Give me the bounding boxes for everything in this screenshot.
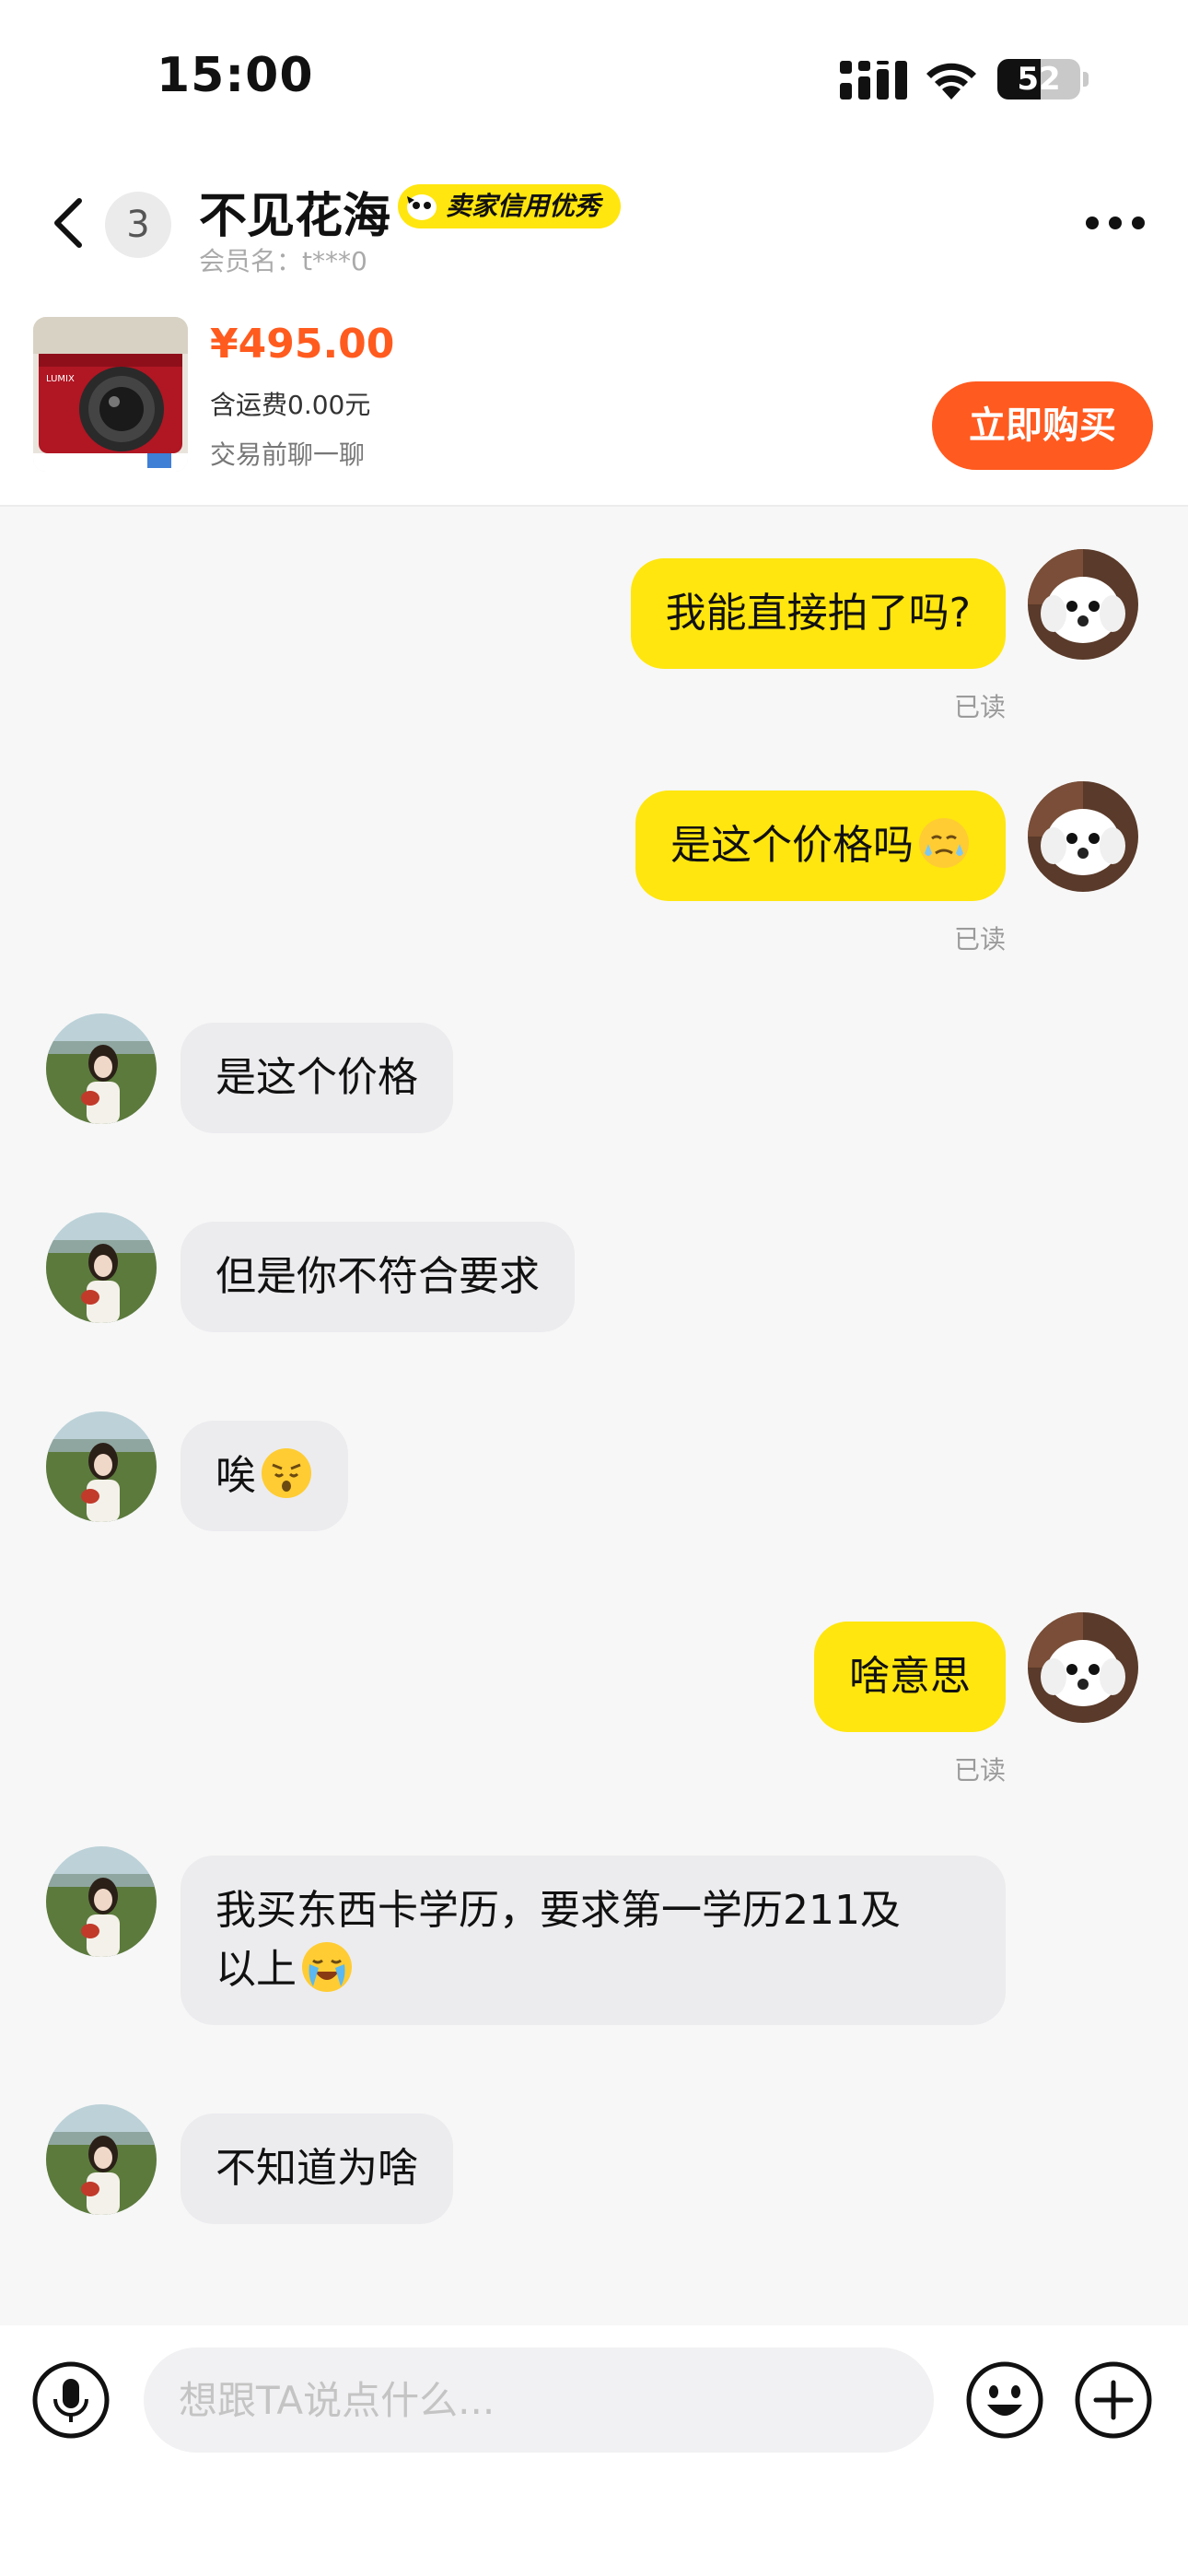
message-bubble-sent[interactable]: 是这个价格吗 [635, 790, 1006, 901]
read-receipt: 已读 [953, 924, 1006, 954]
camera-brand-text: LUMIX [46, 374, 75, 384]
worried-face-icon [262, 1448, 311, 1498]
product-bar: LUMIX ¥495.00 含运费0.00元 交易前聊一聊 立即购买 [0, 313, 1188, 507]
camera-image: LUMIX [33, 317, 188, 472]
message-bubble-received[interactable]: 是这个价格 [181, 1023, 453, 1133]
message-bubble-sent[interactable]: 啥意思 [814, 1622, 1006, 1732]
message-text: 是这个价格吗 [670, 822, 914, 869]
shipping-fee: 含运费0.00元 [210, 390, 371, 420]
seller-avatar[interactable] [46, 1846, 157, 1957]
voice-input-icon[interactable] [31, 2360, 111, 2440]
chat-header: 3 不见花海 卖家信用优秀 会员名：t***0 [0, 157, 1188, 313]
message-bubble-received[interactable]: 但是你不符合要求 [181, 1222, 575, 1332]
battery-icon: 52 [997, 59, 1080, 100]
seller-avatar[interactable] [46, 2104, 157, 2215]
chat-before-deal-note: 交易前聊一聊 [210, 439, 366, 470]
my-avatar[interactable] [1028, 781, 1138, 892]
credit-badge-label: 卖家信用优秀 [446, 191, 601, 221]
seller-avatar[interactable] [46, 1212, 157, 1323]
product-price: ¥495.00 [210, 321, 395, 368]
seller-avatar[interactable] [46, 1411, 157, 1522]
battery-tip [1083, 72, 1089, 87]
message-bubble-received[interactable]: 唉 [181, 1421, 348, 1531]
crying-face-icon [302, 1942, 352, 1992]
battery-level: 52 [1017, 61, 1061, 98]
member-name: 会员名：t***0 [199, 246, 367, 276]
back-arrow-icon[interactable] [46, 193, 92, 252]
message-text-line: 我买东西卡学历，要求第一学历211及 [215, 1887, 901, 1934]
seller-credit-badge[interactable]: 卖家信用优秀 [398, 184, 622, 228]
sweat-face-icon [919, 818, 969, 868]
fish-mascot-icon [407, 194, 437, 220]
seller-name[interactable]: 不见花海 [199, 177, 390, 246]
message-text: 唉 [215, 1452, 256, 1499]
cellular-signal-icon [840, 61, 907, 100]
message-bubble-received[interactable]: 我买东西卡学历，要求第一学历211及 以上 [181, 1856, 1006, 2025]
buy-now-button[interactable]: 立即购买 [932, 381, 1153, 470]
message-text-line: 以上 [215, 1940, 971, 1999]
read-receipt: 已读 [953, 692, 1006, 722]
add-attachment-icon[interactable] [1074, 2360, 1153, 2440]
read-receipt: 已读 [953, 1755, 1006, 1786]
my-avatar[interactable] [1028, 549, 1138, 660]
message-bubble-sent[interactable]: 我能直接拍了吗? [630, 558, 1006, 669]
more-options-icon[interactable] [1085, 214, 1146, 232]
message-text: 以上 [215, 1946, 297, 1993]
message-input[interactable] [144, 2348, 934, 2453]
input-bar [0, 2325, 1188, 2576]
wifi-icon [926, 63, 976, 100]
seller-avatar[interactable] [46, 1013, 157, 1124]
emoji-picker-icon[interactable] [965, 2360, 1044, 2440]
my-avatar[interactable] [1028, 1612, 1138, 1723]
product-thumbnail[interactable]: LUMIX [33, 317, 188, 472]
status-bar: 15:00 52 [0, 0, 1188, 157]
status-time: 15:00 [157, 48, 314, 103]
unread-count-badge[interactable]: 3 [105, 192, 171, 258]
message-bubble-received[interactable]: 不知道为啥 [181, 2113, 453, 2224]
